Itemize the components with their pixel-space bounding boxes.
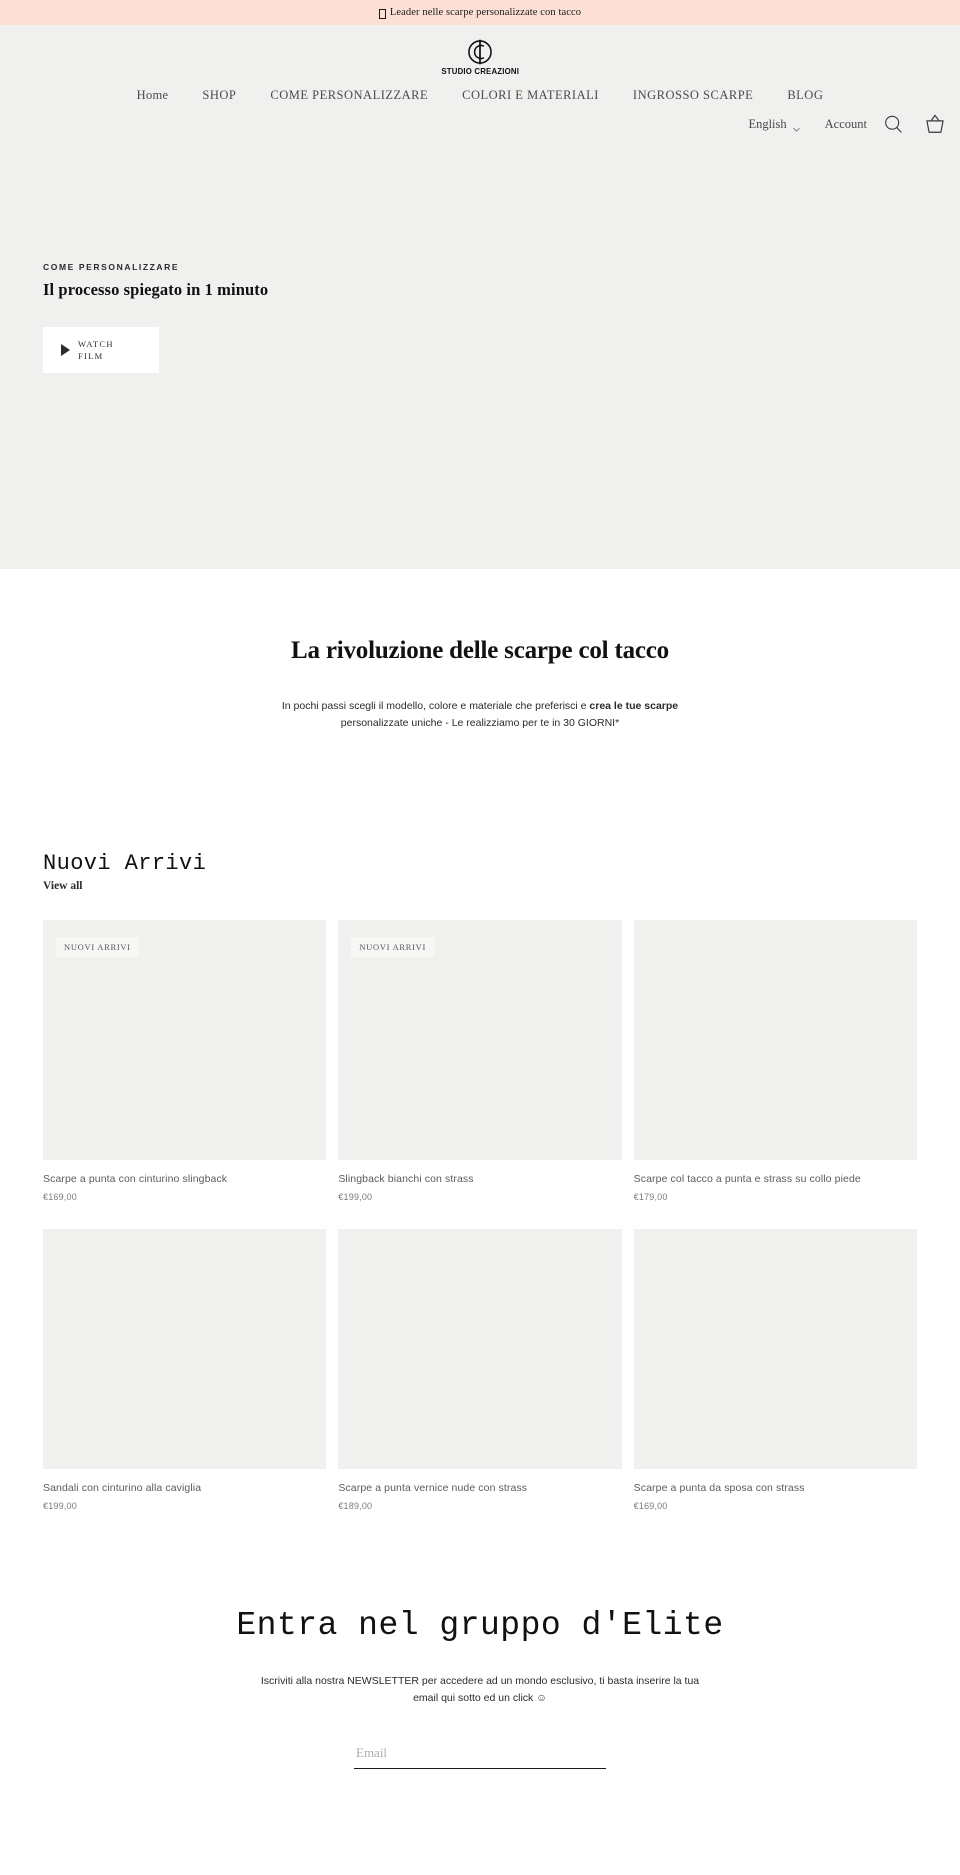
intro-description: In pochi passi scegli il modello, colore… bbox=[265, 698, 695, 733]
product-title: Scarpe a punta vernice nude con strass bbox=[338, 1481, 528, 1494]
watch-film-label: WATCH FILM bbox=[78, 338, 114, 361]
site-header: STUDIO CREAZIONI Home SHOP COME PERSONAL… bbox=[0, 25, 960, 149]
new-arrivals-section: Nuovi Arrivi View all NUOVI ARRIVI Scarp… bbox=[0, 732, 960, 1511]
product-title: Slingback bianchi con strass bbox=[338, 1172, 474, 1185]
product-title: Scarpe a punta con cinturino slingback bbox=[43, 1172, 228, 1185]
hero-eyebrow: COME PERSONALIZZARE bbox=[43, 262, 180, 272]
product-image[interactable] bbox=[338, 1228, 622, 1469]
product-card[interactable]: NUOVI ARRIVI Slingback bianchi con stras… bbox=[338, 919, 622, 1202]
intro-text-part1: In pochi passi scegli il modello, colore… bbox=[281, 700, 590, 712]
logo[interactable]: STUDIO CREAZIONI bbox=[0, 35, 960, 76]
logo-wordmark: STUDIO CREAZIONI bbox=[441, 66, 519, 76]
nav-item-colori-e-materiali[interactable]: COLORI E MATERIALI bbox=[462, 88, 599, 103]
intro-section: La rivoluzione delle scarpe col tacco In… bbox=[0, 569, 960, 733]
view-all-link[interactable]: View all bbox=[43, 880, 83, 892]
search-button[interactable] bbox=[883, 114, 904, 135]
watch-film-button[interactable]: WATCH FILM bbox=[43, 327, 159, 373]
product-price: €189,00 bbox=[338, 1500, 373, 1511]
product-title: Sandali con cinturino alla caviglia bbox=[43, 1481, 202, 1494]
nav-item-come-personalizzare[interactable]: COME PERSONALIZZARE bbox=[270, 88, 428, 103]
product-image[interactable] bbox=[43, 1228, 327, 1469]
announcement-text: Leader nelle scarpe personalizzate con t… bbox=[389, 7, 582, 18]
product-price: €199,00 bbox=[338, 1191, 373, 1202]
nav-item-ingrosso-scarpe[interactable]: INGROSSO SCARPE bbox=[633, 88, 753, 103]
main-navigation: Home SHOP COME PERSONALIZZARE COLORI E M… bbox=[0, 88, 960, 105]
product-title: Scarpe a punta da sposa con strass bbox=[633, 1481, 805, 1494]
language-selector-label: English bbox=[748, 116, 787, 131]
chevron-down-icon bbox=[792, 127, 800, 132]
nav-item-home[interactable]: Home bbox=[137, 88, 169, 103]
product-image[interactable]: NUOVI ARRIVI bbox=[338, 919, 622, 1160]
nav-item-blog[interactable]: BLOG bbox=[787, 88, 823, 103]
newsletter-title: Entra nel gruppo d'Elite bbox=[236, 1606, 724, 1644]
product-image[interactable]: NUOVI ARRIVI bbox=[43, 919, 327, 1160]
sc-monogram-logo-icon bbox=[468, 39, 492, 65]
email-input[interactable] bbox=[354, 1742, 606, 1769]
section-title: Nuovi Arrivi bbox=[43, 850, 207, 876]
product-price: €169,00 bbox=[43, 1191, 77, 1202]
section-header: Nuovi Arrivi View all bbox=[43, 851, 917, 894]
search-icon bbox=[885, 115, 902, 133]
newsletter-form bbox=[354, 1742, 606, 1769]
product-card[interactable]: Scarpe a punta da sposa con strass €169,… bbox=[633, 1228, 917, 1511]
product-card[interactable]: NUOVI ARRIVI Scarpe a punta con cinturin… bbox=[43, 919, 327, 1202]
product-card[interactable]: Sandali con cinturino alla caviglia €199… bbox=[43, 1228, 327, 1511]
product-price: €169,00 bbox=[633, 1500, 668, 1511]
header-utility-row: English Account bbox=[0, 105, 960, 149]
hero-section: COME PERSONALIZZARE Il processo spiegato… bbox=[0, 149, 960, 569]
product-grid: NUOVI ARRIVI Scarpe a punta con cinturin… bbox=[43, 919, 917, 1511]
newsletter-description: Iscriviti alla nostra NEWSLETTER per acc… bbox=[260, 1673, 700, 1707]
product-badge: NUOVI ARRIVI bbox=[351, 936, 435, 957]
newsletter-section: Entra nel gruppo d'Elite Iscriviti alla … bbox=[0, 1510, 960, 1769]
product-price: €179,00 bbox=[633, 1191, 668, 1202]
hero-title: Il processo spiegato in 1 minuto bbox=[43, 280, 269, 299]
nav-item-shop[interactable]: SHOP bbox=[202, 88, 236, 103]
product-card[interactable]: Scarpe a punta vernice nude con strass €… bbox=[338, 1228, 622, 1511]
product-image[interactable] bbox=[633, 919, 917, 1160]
product-card[interactable]: Scarpe col tacco a punta e strass su col… bbox=[633, 919, 917, 1202]
intro-title: La rivoluzione delle scarpe col tacco bbox=[291, 637, 669, 664]
newsletter-text-line1: Iscriviti alla nostra NEWSLETTER per acc… bbox=[260, 1674, 671, 1687]
product-image[interactable] bbox=[633, 1228, 917, 1469]
product-title: Scarpe col tacco a punta e strass su col… bbox=[633, 1172, 861, 1185]
missing-glyph-tofu-icon bbox=[378, 8, 386, 19]
cart-button[interactable] bbox=[920, 113, 946, 135]
account-link[interactable]: Account bbox=[825, 117, 867, 132]
shopping-basket-icon bbox=[926, 114, 944, 133]
product-price: €199,00 bbox=[43, 1500, 77, 1511]
product-badge: NUOVI ARRIVI bbox=[56, 936, 139, 957]
language-selector[interactable]: English bbox=[748, 117, 800, 132]
intro-text-bold: crea le tue scarpe bbox=[589, 700, 679, 712]
hero-content: COME PERSONALIZZARE Il processo spiegato… bbox=[43, 262, 268, 373]
play-icon bbox=[61, 344, 70, 356]
intro-text-part2: personalizzate uniche - Le realizziamo p… bbox=[340, 717, 620, 730]
announcement-bar: Leader nelle scarpe personalizzate con t… bbox=[0, 0, 960, 25]
